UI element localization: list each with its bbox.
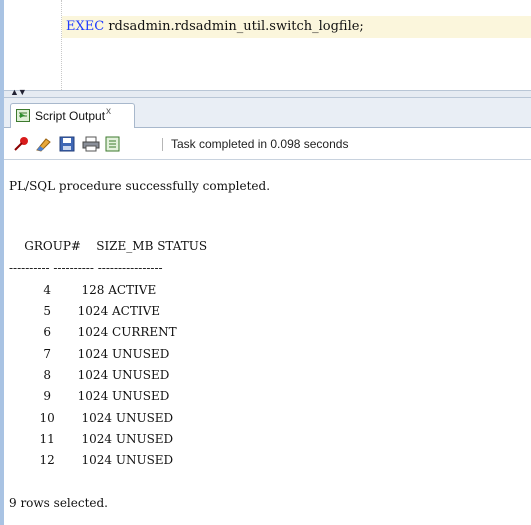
script-output-text[interactable]: PL/SQL procedure successfully completed.… (4, 160, 531, 525)
result-row: 11 1024 UNUSED (9, 432, 174, 446)
result-row: 4 128 ACTIVE (9, 283, 157, 297)
collapse-arrows-icon[interactable]: ▲▼ (10, 88, 27, 97)
result-separator: ---------- ---------- ---------------- (9, 261, 163, 275)
toolbar-separator (162, 138, 163, 151)
output-tab-strip: Script Output x (4, 98, 531, 128)
result-row: 9 1024 UNUSED (9, 389, 170, 403)
output-toolbar: Task completed in 0.098 seconds (4, 128, 531, 160)
code-statement: rdsadmin.rdsadmin_util.switch_logfile; (104, 19, 364, 34)
tab-label: Script Output (35, 109, 106, 123)
task-status-text: Task completed in 0.098 seconds (171, 137, 349, 151)
rows-selected-footer: 9 rows selected. (9, 496, 108, 510)
result-row: 7 1024 UNUSED (9, 347, 170, 361)
code-line[interactable]: EXEC rdsadmin.rdsadmin_util.switch_logfi… (66, 19, 364, 34)
pin-icon[interactable] (12, 136, 30, 152)
save-icon[interactable] (58, 136, 76, 152)
result-row: 8 1024 UNUSED (9, 368, 170, 382)
result-row: 6 1024 CURRENT (9, 325, 177, 339)
sql-editor[interactable]: EXEC rdsadmin.rdsadmin_util.switch_logfi… (4, 0, 531, 90)
tab-script-output[interactable]: Script Output x (10, 103, 135, 128)
script-output-icon (16, 109, 30, 122)
result-row: 5 1024 ACTIVE (9, 304, 161, 318)
print-icon[interactable] (82, 136, 100, 152)
tab-close-icon[interactable]: x (106, 106, 111, 117)
eraser-icon[interactable] (34, 136, 52, 152)
result-row: 10 1024 UNUSED (9, 411, 174, 425)
completion-message: PL/SQL procedure successfully completed. (9, 179, 271, 193)
result-header: GROUP# SIZE_MB STATUS (9, 239, 208, 253)
result-row: 12 1024 UNUSED (9, 453, 174, 467)
editor-gutter-line (61, 0, 62, 90)
panel-splitter[interactable]: ▲▼ (4, 88, 531, 98)
exec-keyword: EXEC (66, 19, 105, 34)
open-script-icon[interactable] (104, 136, 122, 152)
